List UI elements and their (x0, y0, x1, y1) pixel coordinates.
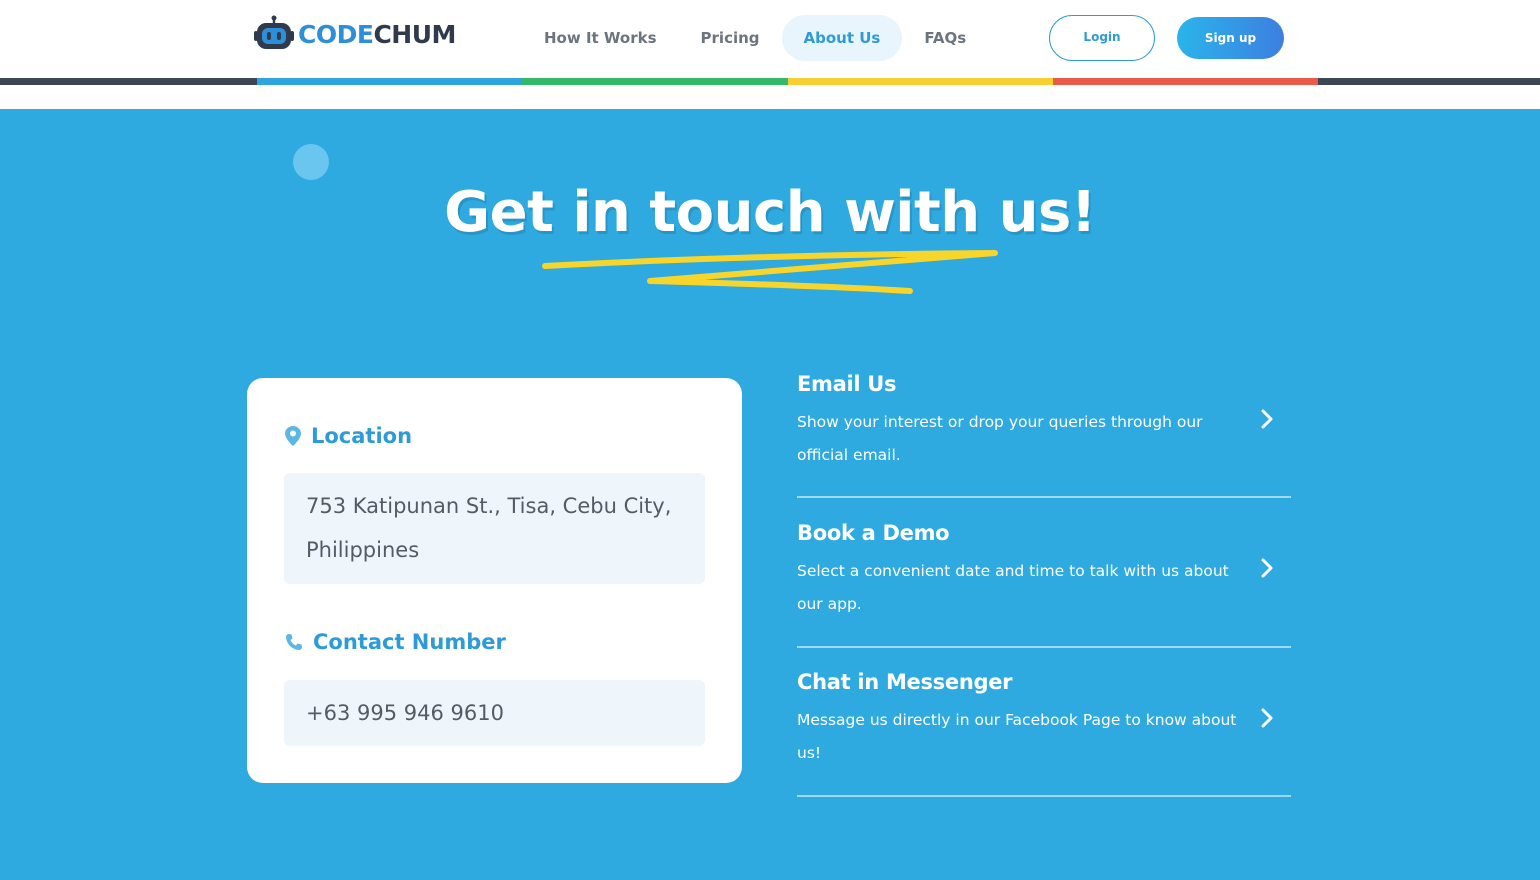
contact-field: +63 995 946 9610 (284, 680, 705, 746)
chat-messenger-item[interactable]: Chat in Messenger Message us directly in… (797, 670, 1291, 797)
contact-heading: Contact Number (285, 630, 506, 654)
nav-how-it-works[interactable]: How It Works (522, 15, 679, 61)
nav-pricing[interactable]: Pricing (679, 15, 782, 61)
chevron-right-icon[interactable] (1261, 708, 1273, 728)
book-demo-desc: Select a convenient date and time to tal… (797, 555, 1252, 621)
site-header: CODECHUM How It Works Pricing About Us F… (0, 0, 1540, 78)
logo-text-code: CODE (298, 19, 374, 49)
book-demo-item[interactable]: Book a Demo Select a convenient date and… (797, 521, 1291, 648)
nav-faqs[interactable]: FAQs (902, 15, 988, 61)
decorative-bubble (293, 144, 329, 180)
page-title: Get in touch with us! (444, 180, 1096, 245)
phone-icon (286, 634, 302, 650)
color-stripe (0, 78, 1540, 85)
scribble-underline (542, 250, 998, 294)
book-demo-title: Book a Demo (797, 521, 950, 545)
stripe-segment (788, 78, 1053, 85)
chat-messenger-desc: Message us directly in our Facebook Page… (797, 704, 1252, 770)
email-us-item[interactable]: Email Us Show your interest or drop your… (797, 372, 1291, 498)
robot-logo-icon (254, 15, 294, 49)
stripe-segment (1318, 78, 1540, 85)
email-us-desc-line2: official email. (797, 446, 901, 464)
map-pin-icon (285, 426, 301, 446)
stripe-segment (1053, 78, 1318, 85)
chevron-right-icon[interactable] (1261, 558, 1273, 578)
main-nav: How It Works Pricing About Us FAQs (522, 14, 988, 62)
email-us-desc-line1: Show your interest or drop your queries … (797, 413, 1203, 431)
stripe-segment (0, 78, 257, 85)
email-us-title: Email Us (797, 372, 897, 396)
location-heading: Location (285, 424, 412, 448)
location-line1: 753 Katipunan St., Tisa, Cebu City, (306, 494, 672, 518)
location-field: 753 Katipunan St., Tisa, Cebu City, Phil… (284, 473, 705, 584)
stripe-segment (257, 78, 522, 85)
chat-messenger-desc-line2: us! (797, 744, 822, 762)
logo-text: CODECHUM (298, 20, 456, 49)
book-demo-desc-line2: our app. (797, 595, 862, 613)
header-spacer (0, 85, 1540, 109)
location-label: Location (311, 424, 413, 448)
stripe-segment (522, 78, 788, 85)
signup-button[interactable]: Sign up (1177, 17, 1284, 59)
chevron-right-icon[interactable] (1261, 409, 1273, 429)
logo[interactable]: CODECHUM (254, 14, 456, 54)
nav-about-us[interactable]: About Us (781, 15, 903, 61)
book-demo-desc-line1: Select a convenient date and time to tal… (797, 562, 1229, 580)
contact-info-card: Location 753 Katipunan St., Tisa, Cebu C… (247, 378, 742, 783)
contact-label: Contact Number (313, 630, 506, 654)
chat-messenger-title: Chat in Messenger (797, 670, 1013, 694)
logo-text-chum: CHUM (373, 19, 456, 49)
chat-messenger-desc-line1: Message us directly in our Facebook Page… (797, 711, 1237, 729)
email-us-desc: Show your interest or drop your queries … (797, 406, 1252, 472)
location-line2: Philippines (306, 538, 420, 562)
login-button[interactable]: Login (1049, 15, 1155, 61)
